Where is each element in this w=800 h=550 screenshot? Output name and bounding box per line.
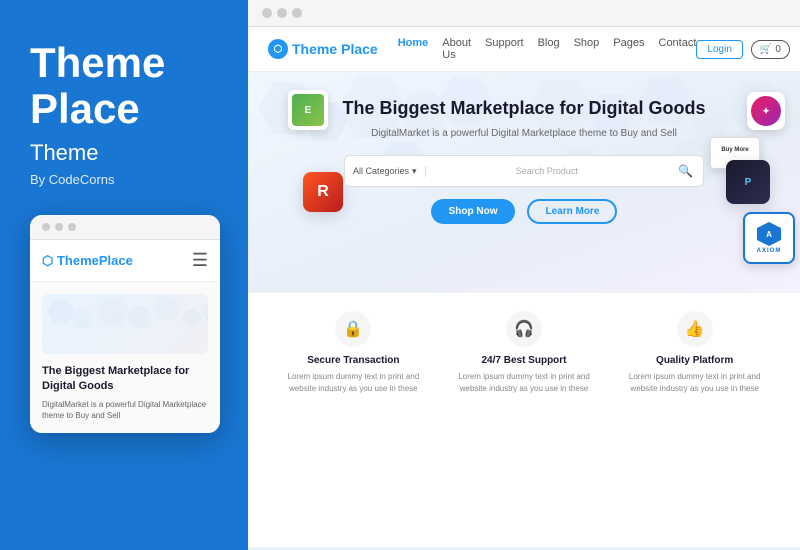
cart-badge[interactable]: 🛒 0 <box>751 40 790 59</box>
browser-chrome <box>248 0 800 27</box>
hero-content: The Biggest Marketplace for Digital Good… <box>268 97 780 224</box>
mobile-chrome-bar <box>30 215 220 240</box>
features-section: 🔒 Secure Transaction Lorem ipsum dummy t… <box>248 292 800 413</box>
feature-quality-text: Lorem ipsum dummy text in print and webs… <box>619 371 770 395</box>
hero-subtitle: DigitalMarket is a powerful Digital Mark… <box>268 128 780 139</box>
feature-quality: 👍 Quality Platform Lorem ipsum dummy tex… <box>609 311 780 395</box>
feature-support-title: 24/7 Best Support <box>449 355 600 366</box>
site-logo: ⬡ ThemePlace <box>268 39 378 59</box>
title-line1: Theme <box>30 39 165 86</box>
feature-support: 🎧 24/7 Best Support Lorem ipsum dummy te… <box>439 311 610 395</box>
website-preview: ⬡ ThemePlace Home About Us Support Blog … <box>248 27 800 547</box>
mobile-hero-bg <box>42 294 208 354</box>
app-title: Theme Place <box>30 40 218 132</box>
search-input[interactable]: Search Product <box>426 166 668 176</box>
mobile-dot-3 <box>68 223 76 231</box>
search-bar: All Categories ▾ Search Product 🔍 <box>344 155 704 187</box>
mobile-preview-card: ⬡ ThemePlace ☰ The Biggest Marketplace f… <box>30 215 220 433</box>
chrome-dot-1 <box>262 8 272 18</box>
hero-section: E ✦ Buy More → R P <box>248 72 800 292</box>
logo-text: Theme <box>292 41 337 57</box>
shop-now-button[interactable]: Shop Now <box>431 199 516 224</box>
support-icon: 🎧 <box>506 311 542 347</box>
nav-support[interactable]: Support <box>485 37 524 61</box>
mobile-logo: ⬡ ThemePlace <box>42 253 133 269</box>
feature-quality-title: Quality Platform <box>619 355 770 366</box>
learn-more-button[interactable]: Learn More <box>527 199 617 224</box>
feature-secure-text: Lorem ipsum dummy text in print and webs… <box>278 371 429 395</box>
theme-subtitle: Theme <box>30 140 218 166</box>
logo-accent: Place <box>341 41 378 57</box>
mobile-subtext: DigitalMarket is a powerful Digital Mark… <box>42 399 208 421</box>
logo-icon: ⬡ <box>268 39 288 59</box>
nav-pages[interactable]: Pages <box>613 37 644 61</box>
hero-title: The Biggest Marketplace for Digital Good… <box>268 97 780 120</box>
nav-about[interactable]: About Us <box>442 37 471 61</box>
search-category[interactable]: All Categories ▾ <box>345 166 426 177</box>
hamburger-icon[interactable]: ☰ <box>192 250 208 271</box>
nav-contact[interactable]: Contact <box>659 37 697 61</box>
nav-home[interactable]: Home <box>398 37 429 61</box>
cart-icon: 🛒 <box>760 44 772 55</box>
right-panel: ⬡ ThemePlace Home About Us Support Blog … <box>248 0 800 550</box>
chrome-dot-2 <box>277 8 287 18</box>
mobile-dot-1 <box>42 223 50 231</box>
nav-blog[interactable]: Blog <box>538 37 560 61</box>
mobile-heading: The Biggest Marketplace for Digital Good… <box>42 364 208 393</box>
feature-support-text: Lorem ipsum dummy text in print and webs… <box>449 371 600 395</box>
mobile-navbar: ⬡ ThemePlace ☰ <box>30 240 220 282</box>
left-panel: Theme Place Theme By CodeCorns ⬡ ThemePl… <box>0 0 248 550</box>
login-button[interactable]: Login <box>696 40 742 59</box>
quality-icon: 👍 <box>677 311 713 347</box>
title-line2: Place <box>30 85 140 132</box>
chevron-down-icon: ▾ <box>412 166 417 177</box>
nav-right: Login 🛒 0 <box>696 40 789 59</box>
mobile-dot-2 <box>55 223 63 231</box>
author-label: By CodeCorns <box>30 172 218 187</box>
hero-buttons: Shop Now Learn More <box>268 199 780 224</box>
nav-shop[interactable]: Shop <box>574 37 600 61</box>
mobile-content: The Biggest Marketplace for Digital Good… <box>30 282 220 433</box>
secure-icon: 🔒 <box>335 311 371 347</box>
chrome-dot-3 <box>292 8 302 18</box>
cart-count: 0 <box>775 44 781 55</box>
feature-secure: 🔒 Secure Transaction Lorem ipsum dummy t… <box>268 311 439 395</box>
site-nav: ⬡ ThemePlace Home About Us Support Blog … <box>248 27 800 72</box>
feature-secure-title: Secure Transaction <box>278 355 429 366</box>
search-button[interactable]: 🔍 <box>668 164 703 178</box>
nav-links: Home About Us Support Blog Shop Pages Co… <box>398 37 697 61</box>
